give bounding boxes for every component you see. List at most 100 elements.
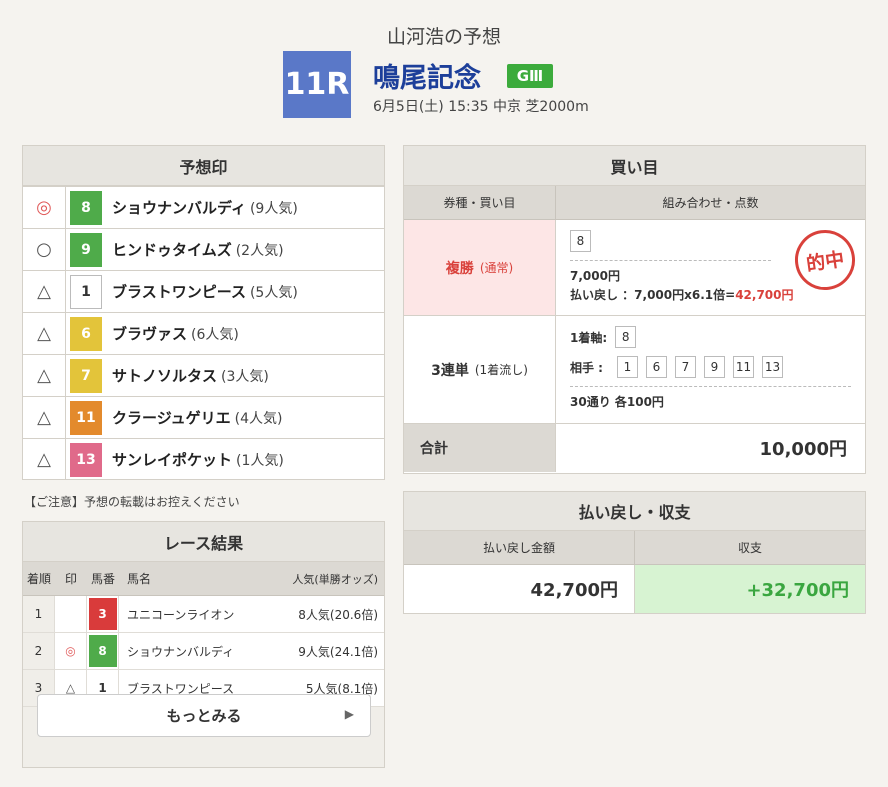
horse-name: サンレイポケット	[112, 451, 233, 469]
prediction-title: 予想印	[23, 146, 384, 186]
horse-number-badge: 9	[70, 232, 102, 267]
prediction-row: △ 11 クラージュゲリエ (4人気)	[23, 396, 384, 438]
prediction-row: △ 13 サンレイポケット (1人気)	[23, 438, 384, 480]
horse-popularity: (4人気)	[234, 410, 283, 427]
partner-number-box: 6	[645, 356, 667, 378]
prediction-row: △ 7 サトノソルタス (3人気)	[23, 354, 384, 396]
mark-icon: △	[23, 439, 66, 480]
horse-name: ユニコーンライオン	[127, 607, 235, 622]
result-header-row: 着順 印 馬番 馬名 人気(単勝オッズ)	[23, 562, 384, 596]
balance-amount: +32,700円	[635, 565, 865, 613]
race-info: 6月5日(土) 15:35 中京 芝2000m	[373, 99, 589, 115]
horse-number-badge: 11	[70, 400, 102, 435]
race-name: 鳴尾記念	[373, 63, 481, 94]
divider	[570, 260, 771, 261]
total-value: 10,000円	[759, 439, 847, 460]
partner-number-box: 9	[703, 356, 725, 378]
partner-number-box: 11	[732, 356, 754, 378]
partner-number-box: 13	[761, 356, 783, 378]
header-pop: 人気(単勝オッズ)	[292, 572, 378, 586]
horse-name: ショウナンバルディ	[127, 644, 235, 659]
prediction-row: ◎ 8 ショウナンバルディ (9人気)	[23, 186, 384, 228]
horse-popularity: 8人気(20.6倍)	[298, 607, 378, 622]
bet-row-fukusho: 複勝 (通常) 8 7,000円 払い戻し ：7,000円x6.1倍=42,70…	[404, 220, 865, 316]
partner-number-box: 7	[674, 356, 696, 378]
bet-type-sub: (1着流し)	[474, 363, 528, 377]
header-balance: 収支	[737, 541, 762, 555]
bet-body-fukusho: 8 7,000円 払い戻し ：7,000円x6.1倍=42,700円 的中	[556, 220, 865, 315]
result-row: 2 ◎ 8 ショウナンバルディ 9人気(24.1倍)	[23, 633, 384, 670]
horse-popularity: (6人気)	[191, 326, 239, 343]
payout-prefix: 払い戻し ：7,000円x6.1倍=	[570, 288, 736, 302]
bets-header-row: 券種・買い目 組み合わせ・点数	[404, 186, 865, 220]
horse-name: クラージュゲリエ	[112, 409, 231, 427]
bets-panel: 買い目 券種・買い目 組み合わせ・点数 複勝 (通常) 8 7,000円 払い戻…	[403, 145, 866, 474]
header-combo: 組み合わせ・点数	[662, 196, 759, 210]
horse-number-badge: 8	[70, 190, 102, 225]
horse-name: サトノソルタス	[112, 367, 218, 385]
more-button-label: もっとみる	[166, 707, 242, 725]
payout-values-row: 42,700円 +32,700円	[404, 565, 865, 613]
mark-icon: ○	[23, 229, 66, 270]
bet-type-sanrentan: 3連単 (1着流し)	[404, 316, 556, 423]
partner-label: 相手 :	[570, 360, 603, 375]
header-name: 馬名	[127, 572, 152, 586]
mark-icon: △	[23, 271, 66, 312]
result-title: レース結果	[23, 522, 384, 562]
total-label: 合計	[404, 424, 556, 472]
horse-name: ブラストワンピース	[112, 283, 246, 301]
partner-number-box: 1	[616, 356, 638, 378]
partner-line: 相手 : 1 6 7 9 11 13	[570, 356, 851, 378]
horse-popularity: 9人気(24.1倍)	[298, 644, 378, 659]
payout-title: 払い戻し・収支	[404, 492, 865, 531]
horse-popularity: (9人気)	[249, 200, 298, 217]
mark-icon: ◎	[23, 187, 66, 228]
horse-popularity: (2人気)	[235, 242, 284, 259]
payout-value: 42,700円	[735, 288, 794, 302]
mark-icon: ◎	[55, 633, 87, 669]
bet-type-label: 複勝	[445, 260, 474, 277]
horse-name: ヒンドゥタイムズ	[112, 241, 232, 259]
prediction-list: ◎ 8 ショウナンバルディ (9人気) ○ 9 ヒンドゥタイムズ (2人気) △ 1 ブラストワンピ…	[23, 186, 384, 480]
horse-number-badge: 6	[70, 316, 102, 351]
more-button[interactable]: もっとみる ▶	[37, 694, 371, 737]
bet-type-fukusho: 複勝 (通常)	[404, 220, 556, 315]
header-mark: 印	[64, 572, 77, 586]
bet-row-sanrentan: 3連単 (1着流し) 1着軸: 8 相手 : 1 6 7 9 11 13 30通り 各10…	[404, 316, 865, 424]
bet-type-sub: (通常)	[479, 261, 514, 275]
bet-body-sanrentan: 1着軸: 8 相手 : 1 6 7 9 11 13 30通り 各100円	[556, 316, 865, 423]
payout-header-row: 払い戻し金額 収支	[404, 531, 865, 565]
header-finish: 着順	[26, 572, 51, 586]
grade-badge: GⅢ	[507, 64, 553, 88]
prediction-row: △ 1 ブラストワンピース (5人気)	[23, 270, 384, 312]
header-number: 馬番	[90, 572, 115, 586]
mark-icon: △	[23, 355, 66, 396]
prediction-row: △ 6 ブラヴァス (6人気)	[23, 312, 384, 354]
header-payout: 払い戻し金額	[404, 531, 635, 564]
header-bet-type: 券種・買い目	[404, 186, 556, 219]
horse-popularity: (1人気)	[236, 452, 284, 469]
payout-panel: 払い戻し・収支 払い戻し金額 収支 42,700円 +32,700円	[403, 491, 866, 614]
page-title: 山河浩の予想	[386, 26, 501, 48]
bet-type-label: 3連単	[431, 362, 469, 379]
race-number-badge: 11R	[283, 51, 351, 118]
bet-summary: 30通り 各100円	[570, 395, 664, 409]
horse-number-badge: 13	[70, 442, 102, 477]
divider	[570, 386, 851, 387]
horse-number-box: 8	[570, 230, 591, 252]
horse-number-cell: 8	[87, 633, 119, 669]
mark-icon	[55, 596, 87, 632]
total-row: 合計 10,000円	[404, 424, 865, 472]
prediction-row: ○ 9 ヒンドゥタイムズ (2人気)	[23, 228, 384, 270]
horse-popularity: (3人気)	[221, 368, 269, 385]
horse-number-badge: 7	[70, 358, 102, 393]
mark-icon: △	[23, 313, 66, 354]
bets-title: 買い目	[404, 146, 865, 186]
result-panel: レース結果 着順 印 馬番 馬名 人気(単勝オッズ) 1 3 ユニコーンライオン 8人…	[22, 521, 385, 768]
axis-line: 1着軸: 8	[570, 326, 851, 348]
notice-text: 【ご注意】予想の転載はお控えください	[24, 495, 240, 509]
axis-number-box: 8	[615, 326, 637, 348]
horse-name: ショウナンバルディ	[112, 199, 246, 217]
payout-line: 払い戻し ：7,000円x6.1倍=42,700円	[570, 286, 851, 303]
payout-amount: 42,700円	[404, 565, 635, 613]
